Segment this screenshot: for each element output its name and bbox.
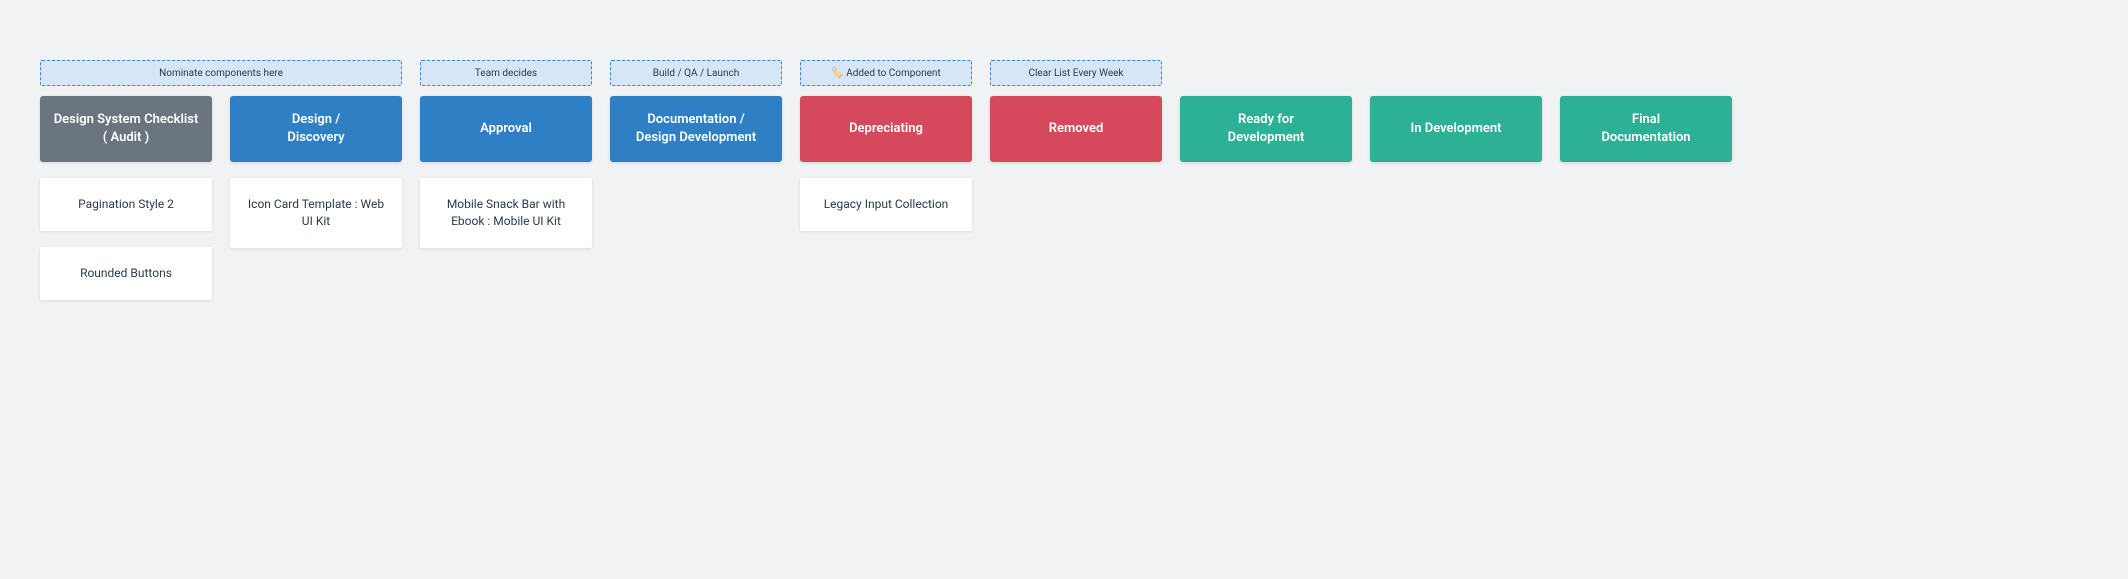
note-build: Build / QA / Launch [610, 60, 782, 86]
column-header-docs[interactable]: Documentation / Design Development [610, 96, 782, 162]
column-header-final[interactable]: Final Documentation [1560, 96, 1732, 162]
column-header-approval[interactable]: Approval [420, 96, 592, 162]
card-item[interactable]: Pagination Style 2 [40, 178, 212, 231]
column-indev[interactable]: In Development [1370, 60, 1542, 162]
column-header-ready[interactable]: Ready for Development [1180, 96, 1352, 162]
group-nominate: Nominate components here Design System C… [40, 60, 402, 300]
column-approval[interactable]: Team decides Approval Mobile Snack Bar w… [420, 60, 592, 248]
column-header-depreciating[interactable]: Depreciating [800, 96, 972, 162]
group-nominate-columns: Design System Checklist ( Audit ) Pagina… [40, 96, 402, 300]
column-final[interactable]: Final Documentation [1560, 60, 1732, 162]
note-clear: Clear List Every Week [990, 60, 1162, 86]
column-ready[interactable]: Ready for Development [1180, 60, 1352, 162]
card-item[interactable]: Icon Card Template : Web UI Kit [230, 178, 402, 248]
card-item[interactable]: Legacy Input Collection [800, 178, 972, 231]
column-header-design[interactable]: Design / Discovery [230, 96, 402, 162]
column-audit[interactable]: Design System Checklist ( Audit ) Pagina… [40, 96, 212, 300]
column-depreciating[interactable]: 🏷️ Added to Component Depreciating Legac… [800, 60, 972, 231]
column-header-indev[interactable]: In Development [1370, 96, 1542, 162]
column-removed[interactable]: Clear List Every Week Removed [990, 60, 1162, 162]
column-header-removed[interactable]: Removed [990, 96, 1162, 162]
note-team: Team decides [420, 60, 592, 86]
column-design[interactable]: Design / Discovery Icon Card Template : … [230, 96, 402, 300]
note-added: 🏷️ Added to Component [800, 60, 972, 86]
kanban-board: Nominate components here Design System C… [40, 60, 2088, 300]
note-nominate: Nominate components here [40, 60, 402, 86]
card-item[interactable]: Mobile Snack Bar with Ebook : Mobile UI … [420, 178, 592, 248]
card-item[interactable]: Rounded Buttons [40, 247, 212, 300]
column-docs[interactable]: Build / QA / Launch Documentation / Desi… [610, 60, 782, 162]
column-header-audit[interactable]: Design System Checklist ( Audit ) [40, 96, 212, 162]
